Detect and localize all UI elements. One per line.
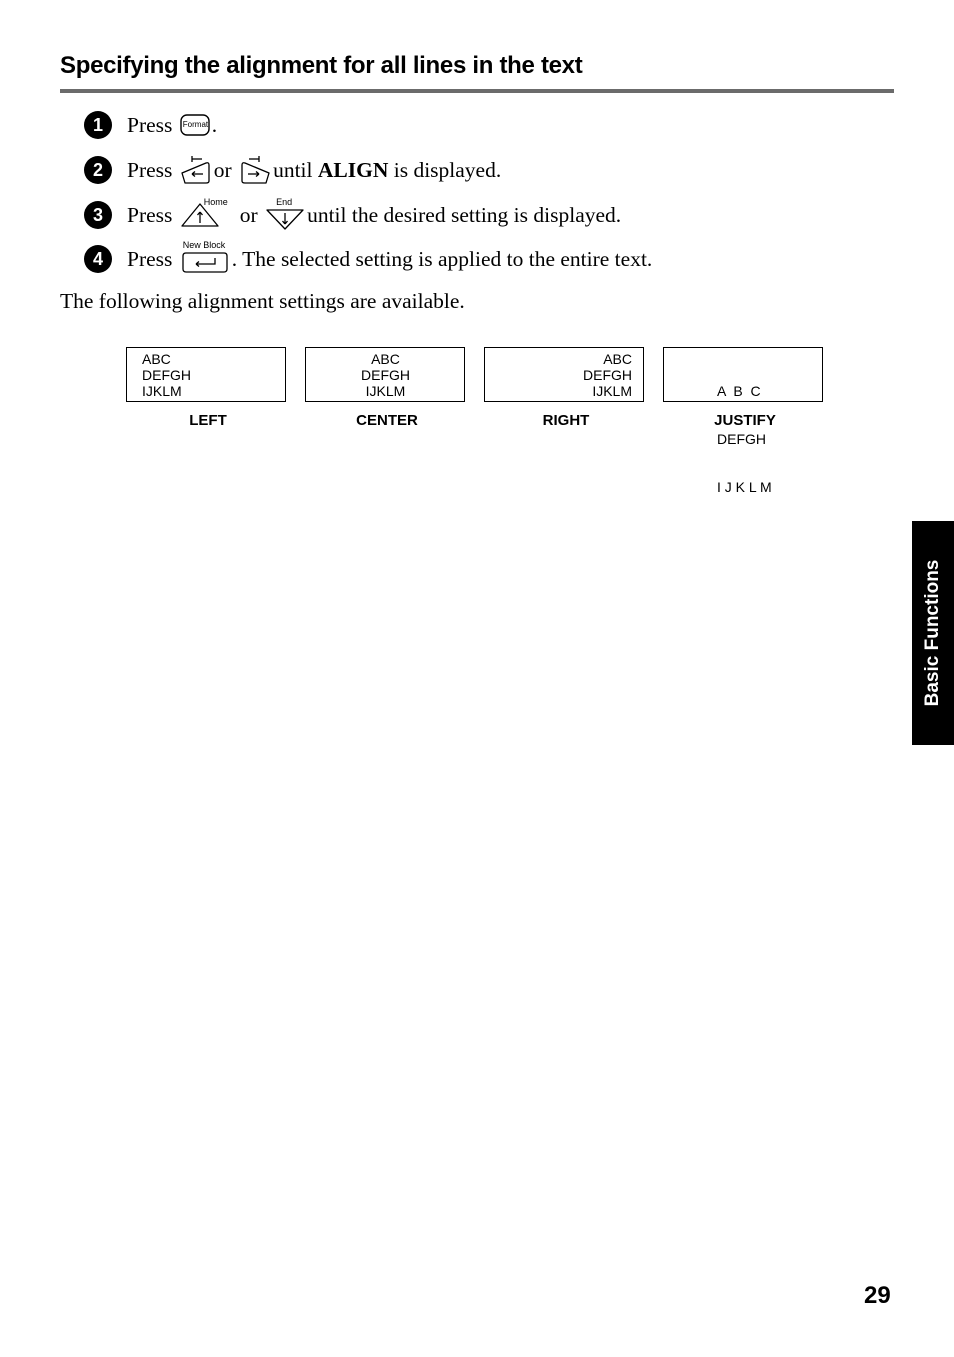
step-3-post: until the desired setting is displayed. [307,202,622,227]
step-3-or: or [239,202,258,227]
heading-rule [60,89,894,93]
align-center-label: CENTER [356,412,418,429]
step-4-post: . The selected setting is applied to the… [231,246,653,271]
step-number-1: 1 [84,111,112,139]
step-3: 3 Press Home or End until the desired se… [84,197,622,230]
left-arrow-key-icon [180,156,212,184]
align-right-preview: ABC DEFGH IJKLM [484,347,644,402]
chapter-side-tab: Basic Functions [912,521,954,745]
down-arrow-end-key-icon: End [265,197,305,230]
step-2-post: is displayed. [393,157,502,182]
up-arrow-home-key-icon: Home [180,197,238,230]
step-number-3: 3 [84,201,112,229]
step-number-4: 4 [84,245,112,273]
align-justify-label: JUSTIFY [714,412,776,429]
step-2-until: until [273,157,313,182]
step-4-press: Press [127,246,173,271]
step-2: 2 Press or until ALIGN is displayed. [84,155,501,185]
step-1-press: Press [127,112,173,137]
section-heading: Specifying the alignment for all lines i… [60,52,583,79]
align-left-preview: ABC DEFGH IJKLM [126,347,286,402]
page-number: 29 [864,1282,891,1309]
enter-new-block-key-icon: New Block [180,240,230,274]
step-1: 1 Press Format . [84,110,217,140]
right-arrow-key-icon [239,156,271,184]
align-right-label: RIGHT [542,412,590,429]
step-2-press: Press [127,157,173,182]
step-4: 4 Press New Block . The selected setting… [84,240,653,274]
format-key-icon: Format [180,113,210,137]
step-number-2: 2 [84,156,112,184]
intro-text: The following alignment settings are ava… [60,289,465,313]
step-3-press: Press [127,202,173,227]
step-2-align: ALIGN [317,157,389,182]
align-justify-preview: A B C DEFGH I J K L M [663,347,823,495]
step-1-post: . [211,112,218,137]
align-center-preview: ABC DEFGH IJKLM [305,347,465,402]
align-left-label: LEFT [189,412,227,429]
step-2-or: or [213,157,232,182]
